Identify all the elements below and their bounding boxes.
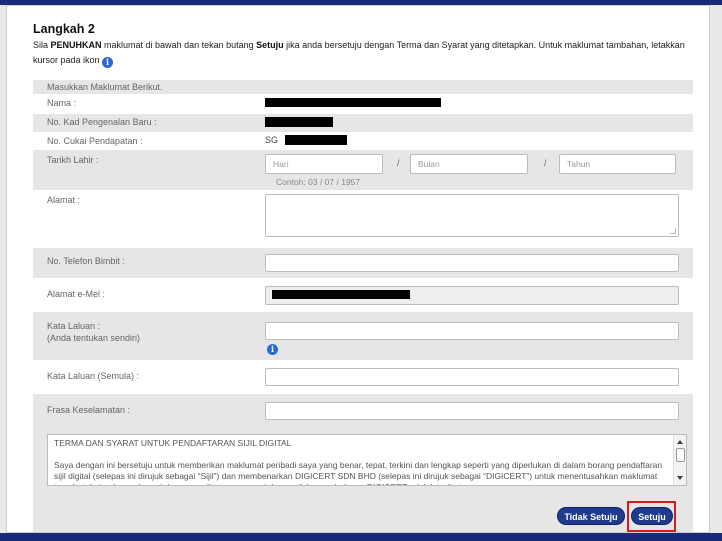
email-label: Alamat e-Mel : xyxy=(47,289,106,299)
dob-separator-1: / xyxy=(397,158,400,168)
tax-prefix: SG xyxy=(265,135,279,145)
dob-year-input[interactable]: Tahun xyxy=(559,154,676,174)
bottom-bar xyxy=(0,533,722,541)
password-input[interactable] xyxy=(265,322,679,340)
password-confirm-row: Kata Laluan (Semula) : xyxy=(33,360,693,394)
tax-row: No. Cukai Pendapatan : SG xyxy=(33,132,693,150)
security-phrase-label: Frasa Keselamatan : xyxy=(47,405,131,415)
dob-month-input[interactable]: Bulan xyxy=(410,154,528,174)
email-row: Alamat e-Mel : xyxy=(33,278,693,312)
address-textarea[interactable] xyxy=(265,194,679,237)
password-confirm-input[interactable] xyxy=(265,368,679,386)
terms-body: Saya dengan ini bersetuju untuk memberik… xyxy=(54,460,663,485)
phone-label: No. Telefon Bimbit : xyxy=(47,256,125,266)
password-row: Kata Laluan : (Anda tentukan sendiri) i xyxy=(33,312,693,360)
tax-label: No. Cukai Pendapatan : xyxy=(47,136,143,146)
terms-row: TERMA DAN SYARAT UNTUK PENDAFTARAN SIJIL… xyxy=(33,428,693,532)
dob-hint: Contoh: 03 / 07 / 1957 xyxy=(276,177,361,187)
scroll-thumb[interactable] xyxy=(676,448,685,462)
ic-label: No. Kad Pengenalan Baru : xyxy=(47,117,157,127)
terms-text: TERMA DAN SYARAT UNTUK PENDAFTARAN SIJIL… xyxy=(54,438,666,485)
resize-grip-icon[interactable] xyxy=(670,228,676,234)
scroll-up-icon[interactable] xyxy=(677,440,683,444)
security-phrase-row: Frasa Keselamatan : xyxy=(33,394,693,428)
dob-separator-2: / xyxy=(544,158,547,168)
email-redacted xyxy=(272,290,410,299)
address-label: Alamat : xyxy=(47,195,81,205)
disagree-button[interactable]: Tidak Setuju xyxy=(557,507,625,525)
phone-row: No. Telefon Bimbit : xyxy=(33,248,693,278)
ic-row: No. Kad Pengenalan Baru : xyxy=(33,114,693,132)
terms-title: TERMA DAN SYARAT UNTUK PENDAFTARAN SIJIL… xyxy=(54,438,292,448)
dob-day-input[interactable]: Hari xyxy=(265,154,383,174)
phone-input[interactable] xyxy=(265,254,679,272)
name-label: Nama : xyxy=(47,98,77,108)
info-icon[interactable]: i xyxy=(267,344,278,355)
password-sublabel: (Anda tentukan sendiri) xyxy=(47,333,141,343)
section-header-label: Masukkan Maklumat Berikut. xyxy=(47,82,163,92)
dob-row: Tarikh Lahir : Hari / Bulan / Tahun Cont… xyxy=(33,150,693,190)
password-confirm-label: Kata Laluan (Semula) : xyxy=(47,371,140,381)
info-icon[interactable]: i xyxy=(102,57,114,68)
scroll-down-icon[interactable] xyxy=(677,476,683,480)
dob-label: Tarikh Lahir : xyxy=(47,155,99,165)
ic-redacted xyxy=(265,117,333,127)
security-phrase-input[interactable] xyxy=(265,402,679,420)
address-row: Alamat : xyxy=(33,190,693,248)
intro-text: Sila PENUHKAN maklumat di bawah dan teka… xyxy=(33,40,685,68)
step-title: Langkah 2 xyxy=(33,22,95,36)
section-header: Masukkan Maklumat Berikut. xyxy=(33,80,693,94)
terms-box[interactable]: TERMA DAN SYARAT UNTUK PENDAFTARAN SIJIL… xyxy=(47,434,687,486)
terms-scrollbar[interactable] xyxy=(673,435,686,485)
agree-button[interactable]: Setuju xyxy=(631,507,673,525)
name-redacted xyxy=(265,98,441,107)
tax-redacted xyxy=(285,135,347,145)
name-row: Nama : xyxy=(33,94,693,114)
